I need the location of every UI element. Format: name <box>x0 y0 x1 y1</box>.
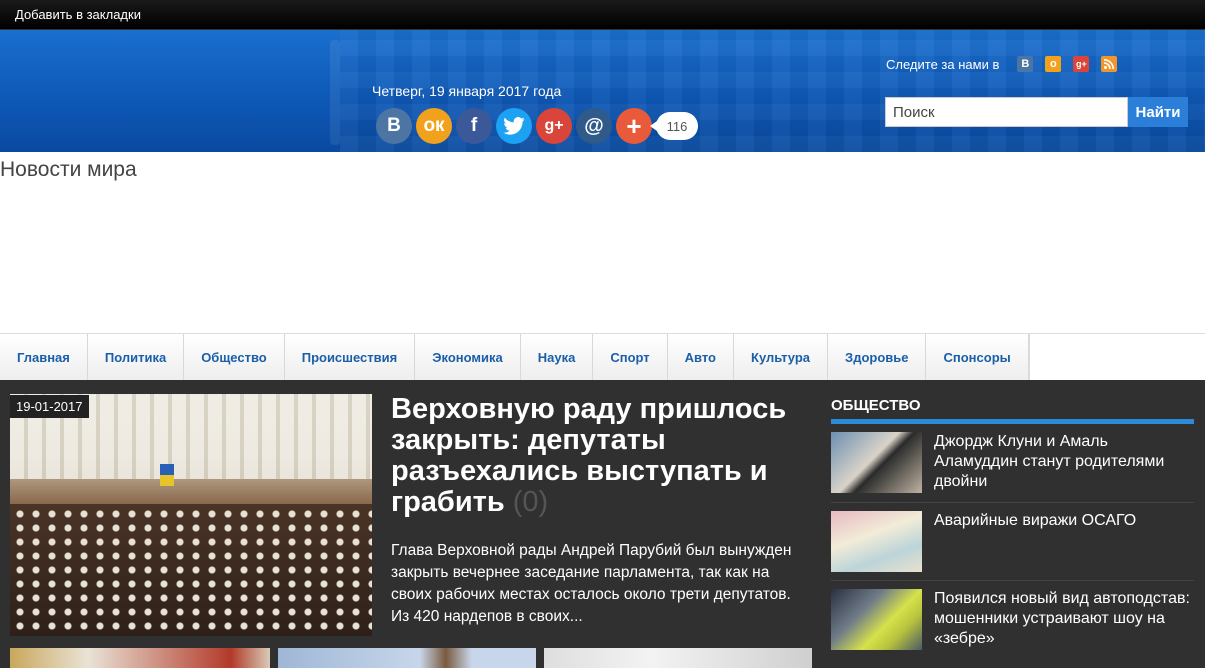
search-button[interactable]: Найти <box>1128 97 1188 127</box>
sidebar-article-image[interactable] <box>831 432 922 493</box>
vk-share-icon[interactable]: B <box>376 108 412 144</box>
nav-item-economy[interactable]: Экономика <box>415 334 521 380</box>
more-share-icon[interactable]: + <box>616 108 652 144</box>
site-title: Новости мира <box>0 158 137 181</box>
sidebar-heading-underline <box>831 419 1194 424</box>
rss-icon[interactable] <box>1101 56 1118 72</box>
featured-article-excerpt: Глава Верховной рады Андрей Парубий был … <box>391 542 792 625</box>
odnoklassniki-follow-icon[interactable]: о <box>1045 56 1062 72</box>
featured-article-image[interactable] <box>10 394 372 636</box>
comment-count[interactable]: (0) <box>513 486 548 518</box>
sidebar-divider <box>831 502 1194 503</box>
image-crowd <box>10 504 372 636</box>
mail-share-icon[interactable]: @ <box>576 108 612 144</box>
sidebar-article[interactable]: Появился новый вид автоподстав: мошенник… <box>831 589 1194 651</box>
search-input[interactable] <box>885 97 1128 127</box>
search-box: Найти <box>885 97 1188 127</box>
share-count: 116 <box>650 112 698 140</box>
nav-item-main[interactable]: Главная <box>0 334 88 380</box>
follow-label: Следите за нами в <box>886 56 1000 72</box>
facebook-share-icon[interactable]: f <box>456 108 492 144</box>
current-date: Четверг, 19 января 2017 года <box>372 83 562 99</box>
sidebar-heading[interactable]: ОБЩЕСТВО <box>831 397 921 414</box>
google-plus-share-icon[interactable]: g+ <box>536 108 572 144</box>
image-flag <box>160 464 174 486</box>
header: Четверг, 19 января 2017 года B ок f g+ @… <box>0 30 1205 152</box>
article-thumb[interactable] <box>278 648 536 668</box>
top-bar: Добавить в закладки <box>0 0 1205 30</box>
sidebar-article[interactable]: Аварийные виражи ОСАГО <box>831 511 1194 573</box>
twitter-share-icon[interactable] <box>496 108 532 144</box>
featured-title-text[interactable]: Верховную раду пришлось закрыть: депутат… <box>391 393 786 518</box>
nav-item-incidents[interactable]: Происшествия <box>285 334 416 380</box>
article-thumb[interactable] <box>544 648 812 668</box>
nav-item-culture[interactable]: Культура <box>734 334 829 380</box>
main-content: 19-01-2017 Верховную раду пришлось закры… <box>0 380 1205 668</box>
vk-follow-icon[interactable]: B <box>1017 56 1034 72</box>
main-nav: Главная Политика Общество Происшествия Э… <box>0 333 1205 380</box>
sidebar-article[interactable]: Джордж Клуни и Амаль Аламуддин станут ро… <box>831 432 1194 494</box>
sidebar-article-title[interactable]: Аварийные виражи ОСАГО <box>934 511 1192 531</box>
odnoklassniki-share-icon[interactable]: ок <box>416 108 452 144</box>
nav-item-sponsors[interactable]: Спонсоры <box>926 334 1029 380</box>
header-decor <box>330 40 340 145</box>
sidebar-article-title[interactable]: Джордж Клуни и Амаль Аламуддин станут ро… <box>934 432 1192 492</box>
nav-filler <box>1028 333 1205 380</box>
add-bookmark-link[interactable]: Добавить в закладки <box>15 7 141 22</box>
sidebar-article-image[interactable] <box>831 511 922 572</box>
share-bar: B ок f g+ @ + 116 <box>376 108 698 144</box>
more-articles-thumbs <box>10 648 820 668</box>
nav-item-science[interactable]: Наука <box>521 334 594 380</box>
article-thumb[interactable] <box>10 648 270 668</box>
sidebar-article-image[interactable] <box>831 589 922 650</box>
nav-item-sport[interactable]: Спорт <box>593 334 668 380</box>
sidebar-article-title[interactable]: Появился новый вид автоподстав: мошенник… <box>934 589 1192 649</box>
featured-date-badge: 19-01-2017 <box>10 395 89 418</box>
nav-item-health[interactable]: Здоровье <box>828 334 927 380</box>
google-plus-follow-icon[interactable]: g+ <box>1073 56 1090 72</box>
follow-us: Следите за нами в B о g+ <box>886 56 1121 72</box>
sidebar-divider <box>831 580 1194 581</box>
nav-item-auto[interactable]: Авто <box>668 334 735 380</box>
nav-item-politics[interactable]: Политика <box>88 334 185 380</box>
nav-item-society[interactable]: Общество <box>184 334 285 380</box>
featured-article-title[interactable]: Верховную раду пришлось закрыть: депутат… <box>391 394 811 518</box>
